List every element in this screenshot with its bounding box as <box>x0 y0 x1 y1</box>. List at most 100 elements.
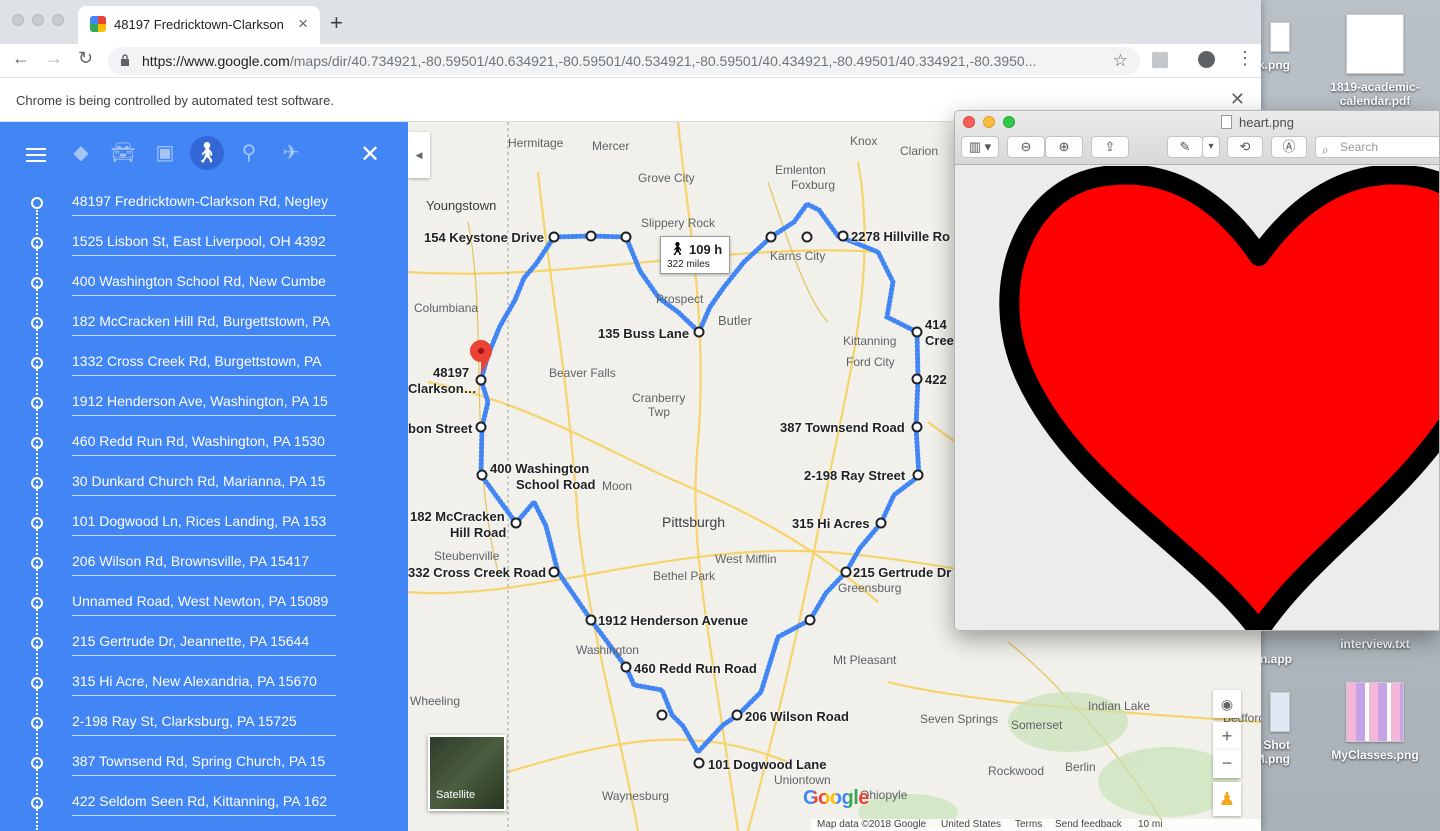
new-tab-button[interactable]: + <box>330 10 343 36</box>
waypoint-row[interactable]: 1525 Lisbon St, East Liverpool, OH 4392 <box>0 224 408 264</box>
close-directions-icon[interactable]: ✕ <box>360 140 380 169</box>
zoom-window-button[interactable] <box>52 14 64 26</box>
zoom-out-button[interactable]: − <box>1213 750 1241 778</box>
hamburger-menu-icon[interactable] <box>26 148 46 162</box>
waypoint-row[interactable]: Unnamed Road, West Newton, PA 15089 <box>0 584 408 624</box>
waypoint-label[interactable]: Clarkson… <box>408 381 477 396</box>
tab-close-icon[interactable]: × <box>298 14 308 34</box>
close-window-button[interactable] <box>12 14 24 26</box>
waypoint-label[interactable]: 48197 <box>433 365 469 380</box>
waypoint-input[interactable]: 1525 Lisbon St, East Liverpool, OH 4392 <box>72 233 336 256</box>
zoom-in-button[interactable]: + <box>1213 722 1241 750</box>
waypoint-row[interactable]: 460 Redd Run Rd, Washington, PA 1530 <box>0 424 408 464</box>
extension-icon[interactable] <box>1152 52 1168 68</box>
preview-minimize-button[interactable] <box>983 116 995 128</box>
driving-mode-icon[interactable]: 🚘︎ <box>108 138 138 168</box>
waypoint-label[interactable]: 135 Buss Lane <box>598 326 689 341</box>
send-feedback-link[interactable]: Send feedback <box>1055 819 1122 830</box>
waypoint-label[interactable]: 1912 Henderson Avenue <box>598 613 748 628</box>
waypoint-row[interactable]: 30 Dunkard Church Rd, Marianna, PA 15 <box>0 464 408 504</box>
bookmark-star-icon[interactable]: ☆ <box>1113 51 1128 71</box>
minimize-window-button[interactable] <box>32 14 44 26</box>
waypoint-input[interactable]: 48197 Fredricktown-Clarkson Rd, Negley <box>72 193 336 216</box>
waypoint-row[interactable]: 182 McCracken Hill Rd, Burgettstown, PA <box>0 304 408 344</box>
waypoint-label[interactable]: 182 McCracken <box>410 509 505 524</box>
waypoint-label[interactable]: 154 Keystone Drive <box>424 230 544 245</box>
waypoint-row[interactable]: 387 Townsend Rd, Spring Church, PA 15 <box>0 744 408 784</box>
preview-search-field[interactable]: ⌕ Search <box>1315 136 1439 158</box>
waypoint-input[interactable]: 215 Gertrude Dr, Jeannette, PA 15644 <box>72 633 336 656</box>
walking-mode-icon[interactable]: 🚶︎ <box>190 136 224 170</box>
waypoint-row[interactable]: 206 Wilson Rd, Brownsville, PA 15417 <box>0 544 408 584</box>
annotate-icon[interactable]: Ⓐ <box>1271 136 1307 158</box>
pegman-icon[interactable]: ♟ <box>1213 782 1241 816</box>
waypoint-row[interactable]: 315 Hi Acre, New Alexandria, PA 15670 <box>0 664 408 704</box>
waypoint-label[interactable]: Cree <box>925 333 954 348</box>
satellite-layer-toggle[interactable]: Satellite <box>428 735 506 811</box>
infobar-close-icon[interactable]: ✕ <box>1230 89 1245 110</box>
preview-close-button[interactable] <box>963 116 975 128</box>
waypoint-label[interactable]: 387 Townsend Road <box>780 420 905 435</box>
waypoint-row[interactable]: 1332 Cross Creek Rd, Burgettstown, PA <box>0 344 408 384</box>
waypoint-input[interactable]: 422 Seldom Seen Rd, Kittanning, PA 162 <box>72 793 336 816</box>
waypoint-label[interactable]: 2-198 Ray Street <box>804 468 905 483</box>
waypoint-input[interactable]: 101 Dogwood Ln, Rices Landing, PA 153 <box>72 513 336 536</box>
waypoint-label[interactable]: 315 Hi Acres <box>792 516 870 531</box>
my-location-button[interactable]: ◉ <box>1213 690 1241 718</box>
waypoint-input[interactable]: 1332 Cross Creek Rd, Burgettstown, PA <box>72 353 336 376</box>
waypoint-input[interactable]: 400 Washington School Rd, New Cumbe <box>72 273 336 296</box>
waypoint-label[interactable]: 206 Wilson Road <box>745 709 849 724</box>
waypoint-input[interactable]: 460 Redd Run Rd, Washington, PA 1530 <box>72 433 336 456</box>
rotate-icon[interactable]: ⟲ <box>1227 136 1263 158</box>
waypoint-label[interactable]: 422 <box>925 372 947 387</box>
best-route-mode-icon[interactable]: ◆ <box>66 138 96 168</box>
waypoint-label[interactable]: 414 <box>925 317 947 332</box>
waypoint-label[interactable]: 2278 Hillville Ro <box>851 229 950 244</box>
address-bar[interactable]: https://www.google.com/maps/dir/40.73492… <box>108 47 1140 75</box>
waypoint-label[interactable]: 460 Redd Run Road <box>634 661 757 676</box>
chrome-menu-icon[interactable]: ⋮ <box>1236 48 1254 69</box>
desktop-icon-myclasses[interactable]: MyClasses.png <box>1320 682 1430 762</box>
markup-pen-icon[interactable]: ✎ <box>1167 136 1203 158</box>
waypoint-label[interactable]: 101 Dogwood Lane <box>708 757 826 772</box>
preview-zoom-button[interactable] <box>1003 116 1015 128</box>
zoom-out-icon[interactable]: ⊖ <box>1007 136 1045 158</box>
waypoint-row[interactable]: 215 Gertrude Dr, Jeannette, PA 15644 <box>0 624 408 664</box>
waypoint-row[interactable]: 1912 Henderson Ave, Washington, PA 15 <box>0 384 408 424</box>
waypoint-row[interactable]: 2-198 Ray St, Clarksburg, PA 15725 <box>0 704 408 744</box>
profile-icon[interactable] <box>1198 51 1215 68</box>
zoom-in-icon[interactable]: ⊕ <box>1045 136 1083 158</box>
waypoint-input[interactable]: 1912 Henderson Ave, Washington, PA 15 <box>72 393 336 416</box>
waypoint-row[interactable]: 48197 Fredricktown-Clarkson Rd, Negley <box>0 184 408 224</box>
forward-button[interactable]: → <box>45 48 63 69</box>
markup-dropdown-icon[interactable]: ▾ <box>1202 136 1220 158</box>
waypoint-row[interactable]: 101 Dogwood Ln, Rices Landing, PA 153 <box>0 504 408 544</box>
waypoint-input[interactable]: 30 Dunkard Church Rd, Marianna, PA 15 <box>72 473 336 496</box>
waypoint-input[interactable]: 182 McCracken Hill Rd, Burgettstown, PA <box>72 313 336 336</box>
waypoint-label[interactable]: School Road <box>516 477 595 492</box>
map-scale[interactable]: 10 mi <box>1138 819 1162 830</box>
back-button[interactable]: ← <box>12 48 30 69</box>
waypoint-label[interactable]: bon Street <box>408 421 472 436</box>
transit-mode-icon[interactable]: ▣ <box>150 138 180 168</box>
waypoint-label[interactable]: 332 Cross Creek Road <box>408 565 546 580</box>
waypoint-input[interactable]: 315 Hi Acre, New Alexandria, PA 15670 <box>72 673 336 696</box>
waypoint-input[interactable]: 2-198 Ray St, Clarksburg, PA 15725 <box>72 713 336 736</box>
desktop-icon-interview[interactable]: interview.txt <box>1320 637 1430 651</box>
cycling-mode-icon[interactable]: ⚲ <box>234 138 264 168</box>
desktop-icon-calendar-pdf[interactable]: 1819-academic-calendar.pdf <box>1320 14 1430 108</box>
share-icon[interactable]: ⇪ <box>1091 136 1129 158</box>
flights-mode-icon[interactable]: ✈ <box>276 138 306 168</box>
waypoint-label[interactable]: 400 Washington <box>490 461 589 476</box>
waypoint-input[interactable]: Unnamed Road, West Newton, PA 15089 <box>72 593 336 616</box>
waypoint-row[interactable]: 422 Seldom Seen Rd, Kittanning, PA 162 <box>0 784 408 824</box>
waypoint-input[interactable]: 387 Townsend Rd, Spring Church, PA 15 <box>72 753 336 776</box>
route-summary-box[interactable]: 🚶︎ 109 h 322 miles <box>660 236 730 274</box>
waypoint-label[interactable]: 215 Gertrude Dr <box>853 565 951 580</box>
waypoint-input[interactable]: 206 Wilson Rd, Brownsville, PA 15417 <box>72 553 336 576</box>
browser-tab[interactable]: 48197 Fredricktown-Clarkson R × <box>78 6 320 44</box>
waypoint-row[interactable]: 400 Washington School Rd, New Cumbe <box>0 264 408 304</box>
collapse-panel-button[interactable]: ◀ <box>408 132 430 178</box>
sidebar-toggle-button[interactable]: ▥ ▾ <box>961 136 999 158</box>
reload-button[interactable]: ↻ <box>78 48 93 69</box>
